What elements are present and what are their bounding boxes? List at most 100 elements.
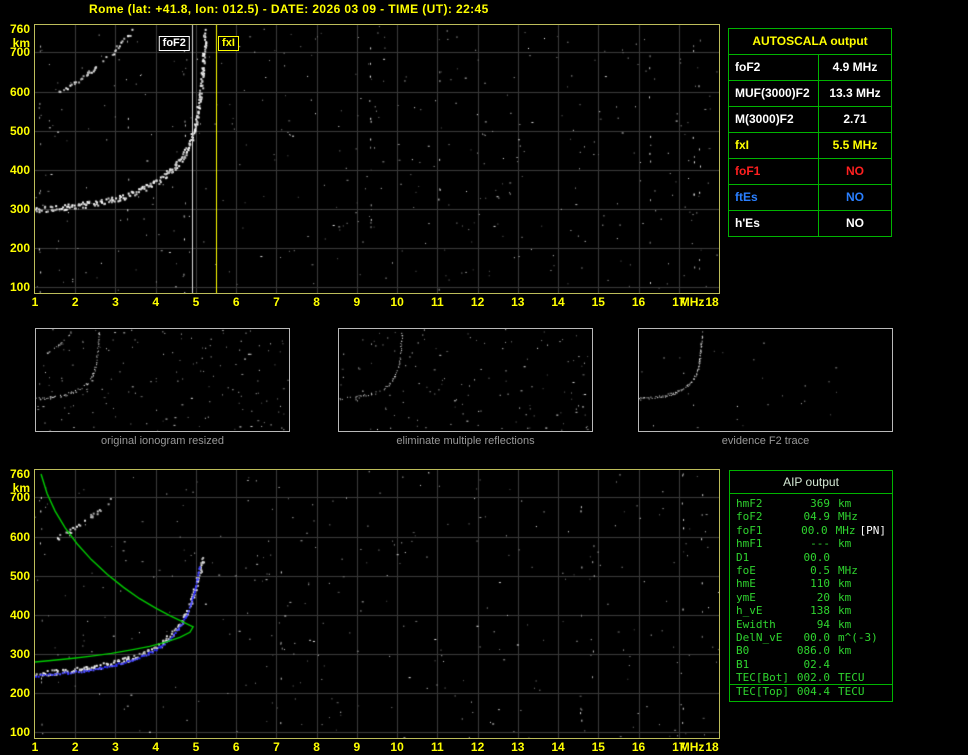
x-axis-tick-label: 12 [471, 296, 484, 309]
x-axis-tick-label: 14 [551, 741, 564, 754]
parameter-value: NO [819, 185, 891, 210]
table-row: DelN_vE00.0 m^(-3) [730, 631, 892, 644]
parameter-label: ymE [736, 591, 794, 604]
thumbnail-no-multiples [338, 328, 593, 432]
table-row: TEC[Top]004.4TECU [730, 685, 892, 698]
parameter-unit: km [838, 497, 851, 510]
parameter-label: TEC[Top] [736, 685, 794, 698]
x-axis-tick-label: 2 [72, 741, 79, 754]
parameter-value: 00.0 [793, 524, 828, 537]
aip-table-rows: hmF2369kmfoF204.9MHzfoF100.0MHz[PN]hmF1-… [730, 494, 892, 701]
parameter-label: foF2 [729, 55, 819, 80]
x-axis-tick-label: 13 [511, 296, 524, 309]
parameter-value: 13.3 MHz [819, 81, 891, 106]
y-axis-tick-label: 760 [0, 23, 30, 36]
parameter-unit: km [838, 591, 851, 604]
y-axis-unit-label: km [0, 37, 30, 50]
table-row: MUF(3000)F213.3 MHz [729, 81, 891, 107]
parameter-unit: km [838, 604, 851, 617]
table-row: B102.4 [730, 658, 892, 671]
x-axis-tick-label: 15 [592, 296, 605, 309]
y-axis-tick-label: 300 [0, 648, 30, 661]
x-axis-tick-label: 13 [511, 741, 524, 754]
x-axis-tick-label: 2 [72, 296, 79, 309]
parameter-value: 110 [794, 577, 830, 590]
parameter-label: D1 [736, 551, 794, 564]
parameter-unit: MHz [838, 510, 858, 523]
parameter-label: hmF1 [736, 537, 794, 550]
parameter-label: fxI [729, 133, 819, 158]
parameter-label: ftEs [729, 185, 819, 210]
y-axis-tick-label: 400 [0, 164, 30, 177]
table-row: foF204.9 MHz [730, 510, 892, 523]
x-axis-tick-label: 7 [273, 296, 280, 309]
x-axis-tick-label: 16 [632, 741, 645, 754]
parameter-label: DelN_vE [736, 631, 794, 644]
parameter-value: 0.5 [794, 564, 830, 577]
table-row: hmF1--- km [730, 537, 892, 550]
parameter-label: foF2 [736, 510, 794, 523]
table-row: hmF2369km [730, 497, 892, 510]
parameter-unit: km [838, 644, 851, 657]
parameter-value: --- [794, 537, 830, 550]
parameter-value: 00.0 [794, 631, 830, 644]
parameter-value: 04.9 [794, 510, 830, 523]
thumbnail-f2-trace [638, 328, 893, 432]
y-axis-tick-label: 600 [0, 531, 30, 544]
table-row: ftEsNO [729, 185, 891, 211]
thumbnail-original [35, 328, 290, 432]
table-row: fxI5.5 MHz [729, 133, 891, 159]
x-axis-tick-label: 18 [705, 741, 718, 754]
x-axis-tick-label: 5 [193, 296, 200, 309]
table-row: M(3000)F22.71 [729, 107, 891, 133]
table-row: foF100.0 MHz [PN] [730, 524, 892, 537]
autoscala-window: Rome (lat: +41.8, lon: 012.5) - DATE: 20… [0, 0, 968, 755]
x-axis-tick-label: 10 [390, 296, 403, 309]
parameter-unit: TECU [838, 671, 865, 684]
x-axis-tick-label: 5 [193, 741, 200, 754]
x-axis-tick-label: 6 [233, 296, 240, 309]
parameter-value: 2.71 [819, 107, 891, 132]
station-title: Rome (lat: +41.8, lon: 012.5) - DATE: 20… [89, 2, 489, 16]
parameter-label: Ewidth [736, 618, 794, 631]
table-row: foF24.9 MHz [729, 55, 891, 81]
parameter-label: foF1 [736, 524, 793, 537]
x-axis-tick-label: 14 [551, 296, 564, 309]
y-axis-tick-label: 300 [0, 203, 30, 216]
parameter-value: 20 [794, 591, 830, 604]
x-axis-tick-label: 9 [354, 296, 361, 309]
x-axis-tick-label: 1 [32, 741, 39, 754]
parameter-value: 02.4 [794, 658, 830, 671]
autoscala-table-rows: foF24.9 MHzMUF(3000)F213.3 MHzM(3000)F22… [729, 55, 891, 236]
parameter-flag: [PN] [860, 524, 887, 537]
parameter-label: M(3000)F2 [729, 107, 819, 132]
x-axis-tick-label: 18 [705, 296, 718, 309]
y-axis-unit-label: km [0, 482, 30, 495]
parameter-unit: MHz [836, 524, 856, 537]
parameter-label: foE [736, 564, 794, 577]
thumbnail-f2-trace-canvas [639, 329, 892, 431]
x-axis-tick-label: 7 [273, 741, 280, 754]
aip-table: AIP output hmF2369kmfoF204.9MHzfoF100.0M… [729, 470, 893, 702]
parameter-value: 94 [794, 618, 830, 631]
parameter-unit: m^(-3) [838, 631, 878, 644]
table-row: D100.0 [730, 551, 892, 564]
parameter-unit: km [838, 537, 851, 550]
x-axis-tick-label: 9 [354, 741, 361, 754]
x-axis-unit-label: MHz [680, 296, 705, 309]
table-row: Ewidth94km [730, 618, 892, 631]
parameter-label: B1 [736, 658, 794, 671]
caption-original: original ionogram resized [35, 435, 290, 447]
x-axis-tick-label: 3 [112, 296, 119, 309]
y-axis-tick-label: 760 [0, 468, 30, 481]
parameter-label: hmE [736, 577, 794, 590]
autoscala-table-title: AUTOSCALA output [729, 29, 891, 55]
parameter-value: 5.5 MHz [819, 133, 891, 158]
parameter-unit: MHz [838, 564, 858, 577]
parameter-value: NO [819, 159, 891, 184]
caption-f2-trace: evidence F2 trace [638, 435, 893, 447]
parameter-label: B0 [736, 644, 794, 657]
y-axis-tick-label: 400 [0, 609, 30, 622]
table-row: TEC[Bot]002.0TECU [730, 671, 892, 685]
parameter-value: 002.0 [794, 671, 830, 684]
